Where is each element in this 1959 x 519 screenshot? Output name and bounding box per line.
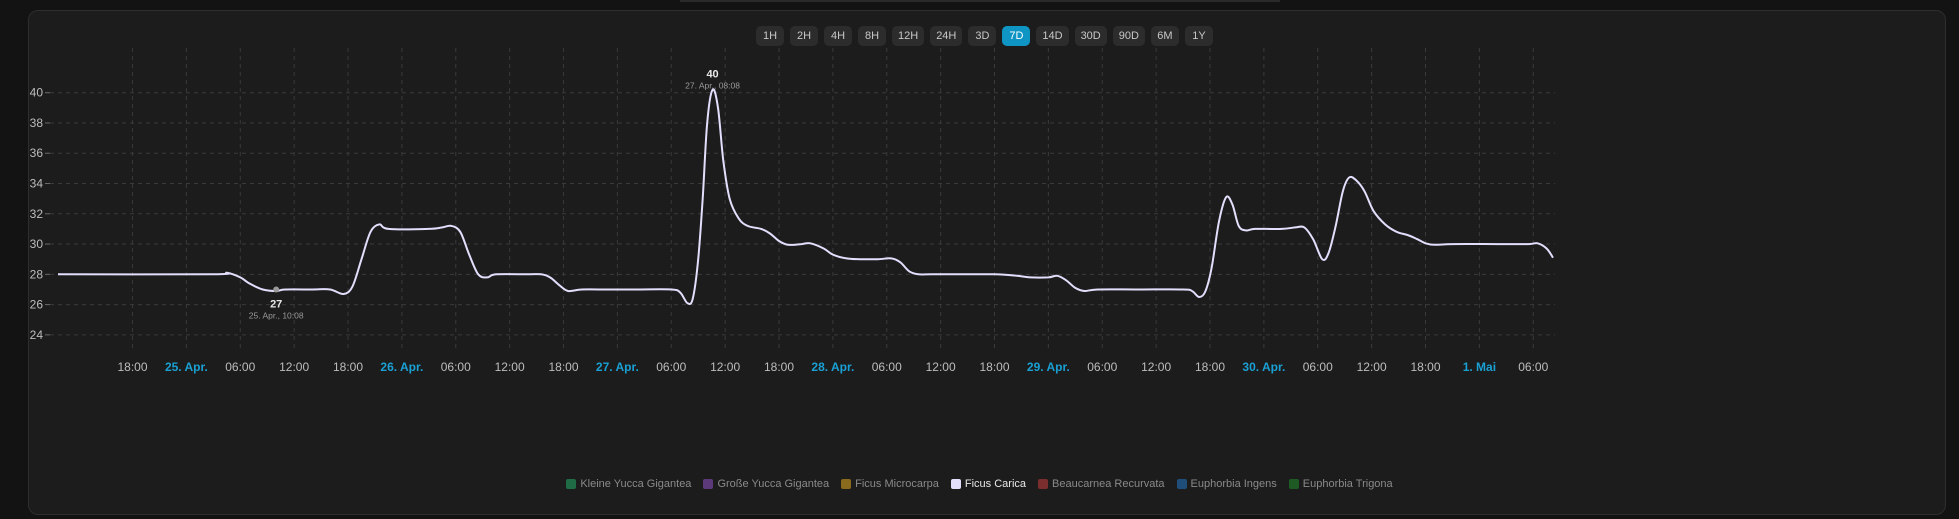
x-tick-label: 12:00	[1357, 360, 1387, 374]
y-tick-label: 26	[30, 298, 44, 312]
x-tick-label: 18:00	[1410, 360, 1440, 374]
x-tick-label: 18:00	[118, 360, 148, 374]
x-day-label: 29. Apr.	[1027, 360, 1070, 374]
legend-swatch	[841, 479, 852, 489]
x-day-label: 27. Apr.	[596, 360, 639, 374]
legend-label: Kleine Yucca Gigantea	[580, 478, 692, 490]
legend-label: Ficus Carica	[964, 478, 1027, 490]
x-tick-label: 18:00	[1195, 360, 1225, 374]
legend-item[interactable]: Euphorbia Trigona	[1288, 478, 1393, 490]
legend-label: Ficus Microcarpa	[855, 478, 939, 490]
x-tick-label: 06:00	[1303, 360, 1333, 374]
y-tick-label: 36	[30, 146, 44, 160]
legend-swatch	[1038, 479, 1049, 489]
x-tick-label: 06:00	[441, 360, 471, 374]
legend-item[interactable]: Ficus Microcarpa	[841, 478, 939, 490]
legend-label: Große Yucca Gigantea	[717, 478, 830, 490]
min-marker	[273, 286, 280, 293]
y-tick-label: 40	[30, 86, 44, 100]
y-tick-label: 30	[30, 237, 44, 251]
legend-label: Euphorbia Trigona	[1302, 478, 1393, 490]
x-tick-label: 06:00	[225, 360, 255, 374]
x-tick-label: 18:00	[549, 360, 579, 374]
legend-item[interactable]: Euphorbia Ingens	[1176, 478, 1277, 490]
series-line	[57, 88, 1554, 306]
legend-item[interactable]: Beaucarnea Recurvata	[1038, 478, 1165, 490]
x-tick-label: 12:00	[710, 360, 740, 374]
legend-swatch	[1288, 479, 1299, 489]
history-line-chart: 24 26 28 30 32 34 36 38 40 18:00 25. Apr. 06:00 12:0…	[30, 48, 1555, 374]
x-tick-label: 12:00	[1141, 360, 1171, 374]
legend-item[interactable]: Ficus Carica	[950, 478, 1027, 490]
legend-item[interactable]: Kleine Yucca Gigantea	[566, 478, 691, 490]
legend-swatch	[1176, 479, 1187, 489]
legend-label: Euphorbia Ingens	[1190, 478, 1277, 490]
min-value-label: 27	[270, 298, 282, 310]
legend-item[interactable]: Große Yucca Gigantea	[703, 478, 829, 490]
x-tick-label: 06:00	[1518, 360, 1548, 374]
x-tick-label: 18:00	[333, 360, 363, 374]
x-day-label: 26. Apr.	[380, 360, 423, 374]
x-tick-label: 18:00	[764, 360, 794, 374]
x-day-label: 1. Mai	[1463, 360, 1496, 374]
max-value-label: 40	[706, 69, 718, 81]
y-tick-label: 28	[30, 267, 44, 281]
x-day-label: 25. Apr.	[165, 360, 208, 374]
legend-swatch	[703, 479, 714, 489]
x-tick-label: 12:00	[279, 360, 309, 374]
legend-swatch	[566, 479, 577, 489]
legend-swatch	[950, 479, 961, 489]
legend-label: Beaucarnea Recurvata	[1052, 478, 1165, 490]
x-tick-label: 06:00	[872, 360, 902, 374]
x-day-label: 28. Apr.	[811, 360, 854, 374]
x-tick-label: 18:00	[979, 360, 1009, 374]
x-tick-label: 06:00	[1087, 360, 1117, 374]
chart-legend: Kleine Yucca Gigantea Große Yucca Gigante…	[0, 478, 1959, 490]
y-tick-label: 38	[30, 116, 44, 130]
max-time-label: 27. Apr., 08:08	[685, 81, 740, 91]
x-day-label: 30. Apr.	[1242, 360, 1285, 374]
y-tick-label: 34	[30, 177, 44, 191]
y-tick-label: 32	[30, 207, 44, 221]
x-tick-label: 12:00	[926, 360, 956, 374]
x-tick-label: 12:00	[495, 360, 525, 374]
y-tick-label: 24	[30, 328, 44, 342]
min-time-label: 25. Apr., 10:08	[249, 310, 304, 320]
x-tick-label: 06:00	[656, 360, 686, 374]
